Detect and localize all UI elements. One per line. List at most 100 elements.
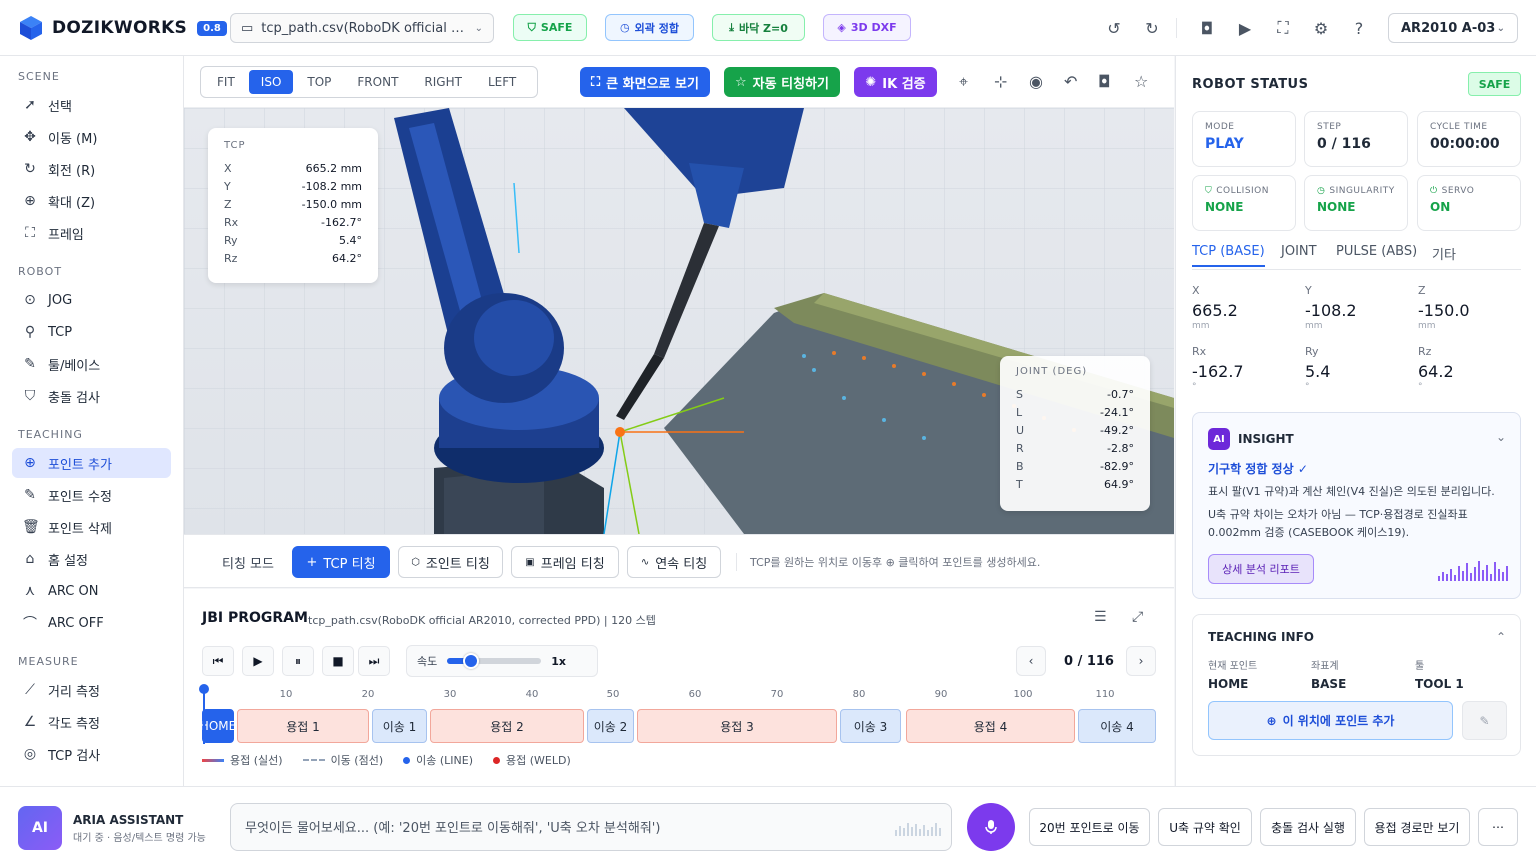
tab-other[interactable]: 기타	[1432, 244, 1456, 263]
ik-verify-button[interactable]: ✺ IK 검증	[854, 67, 937, 97]
segment-move-3[interactable]: 이송 3	[840, 709, 901, 743]
auto-teach-button[interactable]: ☆ 자동 티칭하기	[724, 67, 840, 97]
segment-weld-2[interactable]: 용접 2	[430, 709, 584, 743]
tab-iso[interactable]: ISO	[248, 70, 294, 94]
sidebar-item-add-point[interactable]: ⊕ 포인트 추가	[12, 448, 171, 478]
outline-sync-badge[interactable]: ◷ 외곽 정합	[605, 14, 694, 41]
sidebar-item-label: 선택	[48, 99, 72, 115]
chevron-up-icon[interactable]: ⌃	[1496, 630, 1506, 644]
sidebar-item-arc-on[interactable]: ⋏ ARC ON	[12, 576, 171, 606]
add-point-here-button[interactable]: ⊕ 이 위치에 포인트 추가	[1208, 701, 1453, 740]
file-selector[interactable]: ▭ tcp_path.csv(RoboDK official AR2010, c…	[230, 13, 494, 43]
quick-weld-path-only[interactable]: 용접 경로만 보기	[1364, 808, 1470, 846]
tab-right[interactable]: RIGHT	[412, 70, 474, 94]
speed-slider[interactable]	[447, 653, 542, 669]
tcp-teach-button[interactable]: + TCP 티칭	[292, 546, 390, 578]
3d-scene[interactable]: TCP X 665.2 mm Y -108.2 mm Z -150.0 mm Rx -1…	[184, 108, 1174, 534]
skip-start-button[interactable]: ⏮	[202, 646, 234, 676]
tab-top[interactable]: TOP	[295, 70, 343, 94]
reset-icon[interactable]: ↶	[1064, 72, 1077, 91]
camera-icon[interactable]: ◘	[1195, 16, 1219, 40]
sidebar-item-arc-off[interactable]: ⌒ ARC OFF	[12, 608, 171, 638]
sidebar-item-frame[interactable]: ⛶ 프레임	[12, 218, 171, 248]
tab-pulse[interactable]: PULSE (ABS)	[1336, 244, 1417, 259]
star-icon: ☆	[735, 74, 747, 90]
video-icon[interactable]: ▶	[1233, 16, 1257, 40]
coord-value: -162.7	[1192, 362, 1244, 381]
camera-icon[interactable]: ◘	[1098, 72, 1111, 91]
segment-move-1[interactable]: 이송 1	[372, 709, 427, 743]
dxf-badge[interactable]: ◈ 3D DXF	[823, 14, 911, 41]
timeline-legend: 용접 (실선) 이동 (점선) 이송 (LINE) 용접 (WELD)	[202, 752, 571, 768]
sidebar-item-select[interactable]: ➚ 선택	[12, 90, 171, 120]
quick-collision-check[interactable]: 충돌 검사 실행	[1260, 808, 1356, 846]
safe-badge[interactable]: ⛉ SAFE	[513, 14, 587, 41]
sidebar-item-distance[interactable]: ⟋ 거리 측정	[12, 675, 171, 705]
frame-teach-button[interactable]: ▣ 프레임 티칭	[511, 546, 619, 578]
gear-icon[interactable]: ⚙	[1309, 16, 1333, 40]
segment-weld-4[interactable]: 용접 4	[906, 709, 1075, 743]
joint-row: U -49.2°	[1016, 421, 1134, 439]
eye-icon[interactable]: ◉	[1029, 72, 1043, 91]
redo-icon[interactable]: ↻	[1140, 16, 1164, 40]
speed-slider-knob[interactable]	[462, 653, 479, 669]
target-icon[interactable]: ⊹	[994, 72, 1007, 91]
more-options-button[interactable]: ⋯	[1478, 808, 1518, 846]
sidebar-item-tcp[interactable]: ⚲ TCP	[12, 317, 171, 347]
fullscreen-icon[interactable]: ⛶	[1271, 16, 1295, 40]
floor-badge[interactable]: ⤓ 바닥 Z=0	[712, 14, 805, 41]
undo-icon[interactable]: ↺	[1102, 16, 1126, 40]
coord-value: -108.2	[1305, 301, 1357, 320]
quick-check-u-axis[interactable]: U축 규약 확인	[1158, 808, 1252, 846]
joint-card-title: JOINT (DEG)	[1016, 366, 1088, 377]
assistant-input[interactable]	[245, 818, 885, 838]
sidebar-item-zoom[interactable]: ⊕ 확대 (Z)	[12, 186, 171, 216]
tab-tcp-base[interactable]: TCP (BASE)	[1192, 244, 1265, 267]
stat-value: NONE	[1205, 200, 1244, 214]
menu-icon[interactable]: ☰	[1094, 609, 1107, 625]
sidebar-item-jog[interactable]: ⊙ JOG	[12, 285, 171, 315]
segment-move-4[interactable]: 이송 4	[1078, 709, 1156, 743]
segment-move-2[interactable]: 이송 2	[587, 709, 634, 743]
coord-x: X 665.2 mm	[1192, 284, 1302, 331]
stop-button[interactable]: ■	[322, 646, 354, 676]
edit-point-button[interactable]: ✎	[1462, 701, 1507, 740]
fullscreen-button[interactable]: ⛶ 큰 화면으로 보기	[580, 67, 710, 97]
joint-teach-button[interactable]: ⬡ 조인트 티칭	[398, 546, 503, 578]
continuous-teach-button[interactable]: ∿ 연속 티칭	[627, 546, 721, 578]
tab-front[interactable]: FRONT	[345, 70, 410, 94]
stop-icon: ■	[332, 654, 344, 668]
robot-selector[interactable]: AR2010 A-03 ⌄	[1388, 13, 1518, 43]
play-button[interactable]: ▶	[242, 646, 274, 676]
tab-joint[interactable]: JOINT	[1281, 244, 1317, 259]
sidebar-item-delete-point[interactable]: 🗑 포인트 삭제	[12, 512, 171, 542]
sidebar-item-home[interactable]: ⌂ 홈 설정	[12, 544, 171, 574]
crosshair-icon[interactable]: ⌖	[959, 72, 968, 92]
sidebar-item-tcp-check[interactable]: ◎ TCP 검사	[12, 739, 171, 769]
skip-end-button[interactable]: ⏭	[358, 646, 390, 676]
segment-weld-3[interactable]: 용접 3	[637, 709, 837, 743]
tab-fit[interactable]: FIT	[205, 70, 247, 94]
sidebar-item-angle[interactable]: ∠ 각도 측정	[12, 707, 171, 737]
next-step-button[interactable]: ›	[1126, 646, 1156, 676]
detail-report-button[interactable]: 상세 분석 리포트	[1208, 554, 1314, 584]
segment-weld-1[interactable]: 용접 1	[237, 709, 369, 743]
pause-button[interactable]: ⏸	[282, 646, 314, 676]
sidebar-item-label: ARC ON	[48, 583, 99, 599]
quick-move-point-20[interactable]: 20번 포인트로 이동	[1029, 808, 1150, 846]
sidebar-item-collision[interactable]: ⛉ 충돌 검사	[12, 381, 171, 411]
mic-button[interactable]	[967, 803, 1015, 851]
waveform-icon	[895, 822, 941, 836]
tab-left[interactable]: LEFT	[476, 70, 528, 94]
expand-icon[interactable]: ⤢	[1132, 609, 1143, 625]
star-icon[interactable]: ☆	[1134, 72, 1148, 91]
segment-home[interactable]: HOME	[200, 709, 236, 743]
sidebar-item-tool-base[interactable]: ✎ 툴/베이스	[12, 349, 171, 379]
prev-step-button[interactable]: ‹	[1016, 646, 1046, 676]
help-icon[interactable]: ?	[1347, 16, 1371, 40]
sidebar-item-edit-point[interactable]: ✎ 포인트 수정	[12, 480, 171, 510]
sidebar-item-rotate[interactable]: ↻ 회전 (R)	[12, 154, 171, 184]
timeline-playhead[interactable]	[199, 684, 209, 744]
sidebar-item-move[interactable]: ✥ 이동 (M)	[12, 122, 171, 152]
chevron-down-icon[interactable]: ⌄	[1496, 430, 1506, 444]
